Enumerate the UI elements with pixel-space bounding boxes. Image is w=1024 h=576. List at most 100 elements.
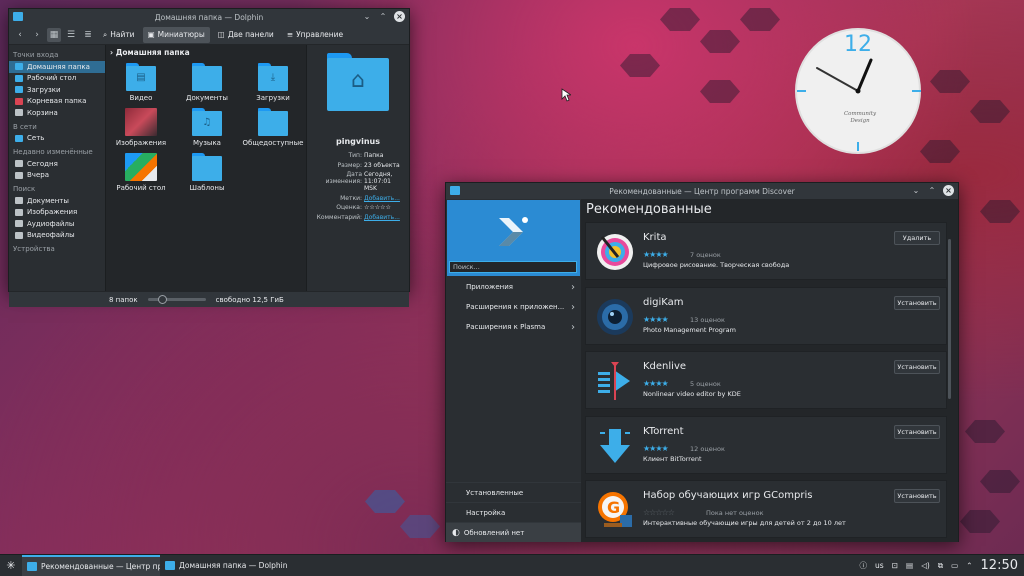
clipboard-icon[interactable]: ▤ <box>906 561 913 570</box>
info-rating-stars[interactable]: ☆☆☆☆☆ <box>364 204 405 211</box>
home-folder-icon: ⌂ <box>327 53 389 111</box>
minimize-button[interactable]: ⌄ <box>362 12 372 22</box>
thumbnails-button[interactable]: ▣ Миниатюры <box>142 26 210 43</box>
app-name: Krita <box>643 232 667 243</box>
compact-view-icon[interactable]: ☰ <box>64 28 78 42</box>
breadcrumb[interactable]: › Домашняя папка <box>106 45 306 59</box>
dolphin-window[interactable]: Домашняя папка — Dolphin ⌄ ⌃ × ‹ › ▦ ☰ ≣… <box>8 8 410 307</box>
application-launcher-icon[interactable]: ✳ <box>0 555 22 576</box>
details-view-icon[interactable]: ≣ <box>81 28 95 42</box>
info-tags-label: Метки: <box>340 194 362 202</box>
recent-header: Недавно изменённые <box>13 148 93 156</box>
info-comment-link[interactable]: Добавить... <box>364 214 405 221</box>
calendar-icon <box>15 171 23 179</box>
app-card-ktorrent[interactable]: KTorrent ★★★★ 12 оценок Клиент BitTorren… <box>585 415 947 474</box>
installed-button[interactable]: Установленные <box>446 482 581 502</box>
volume-icon[interactable]: ◁) <box>921 561 930 570</box>
discover-titlebar[interactable]: Рекомендованные — Центр программ Discove… <box>446 183 958 199</box>
digital-clock[interactable]: 12:50 <box>981 558 1018 573</box>
sidebar-item-today[interactable]: Сегодня <box>9 158 105 170</box>
app-description: Nonlinear video editor by KDE <box>643 390 741 398</box>
sidebar-item-root[interactable]: Корневая папка <box>9 96 105 108</box>
file-item-templates[interactable]: Шаблоны <box>174 153 240 192</box>
app-name: KTorrent <box>643 425 684 437</box>
zoom-slider-handle[interactable] <box>157 295 167 304</box>
back-icon[interactable]: ‹ <box>13 28 27 42</box>
tray-expand-icon[interactable]: ⌃ <box>966 561 972 570</box>
status-bar: 8 папок свободно 12,5 ГиБ <box>9 291 409 307</box>
zoom-slider[interactable] <box>147 295 206 304</box>
maximize-button[interactable]: ⌃ <box>927 186 937 196</box>
remove-button[interactable]: Удалить <box>894 231 940 245</box>
file-item-public[interactable]: Общедоступные <box>240 108 306 147</box>
lock-icon[interactable]: ⊡ <box>892 561 898 570</box>
category-applications[interactable]: Приложения › <box>446 277 581 297</box>
keyboard-layout[interactable]: us <box>875 561 884 570</box>
sidebar-item-video[interactable]: Видеофайлы <box>9 230 105 242</box>
app-card-krita[interactable]: Krita ★★★★ 7 оценок Цифровое рисование. … <box>585 222 947 280</box>
document-icon <box>15 197 23 205</box>
analog-clock-widget[interactable]: 12 Community Design <box>795 28 921 154</box>
close-button[interactable]: × <box>394 11 405 22</box>
settings-button[interactable]: Настройка <box>446 502 581 522</box>
category-plasma-addons[interactable]: Расширения к Plasma › <box>446 317 581 337</box>
maximize-button[interactable]: ⌃ <box>378 12 388 22</box>
app-card-digikam[interactable]: digiKam ★★★★ 13 оценок Photo Management … <box>585 286 947 345</box>
find-button[interactable]: ⌕ Найти <box>98 27 140 43</box>
app-card-gcompris[interactable]: G Набор обучающих игр GCompris ☆☆☆☆☆ Пок… <box>585 480 947 538</box>
file-item-music[interactable]: ♫ Музыка <box>174 108 240 147</box>
updates-button[interactable]: ◐ Обновлений нет <box>446 522 581 542</box>
svg-text:G: G <box>607 498 620 517</box>
split-button[interactable]: ◫ Две панели <box>213 27 279 43</box>
sidebar-item-network[interactable]: Сеть <box>9 133 105 145</box>
sidebar-item-documents[interactable]: Документы <box>9 195 105 207</box>
app-card-kdenlive[interactable]: Kdenlive ★★★★ 5 оценок Nonlinear video e… <box>585 351 947 409</box>
icons-view-icon[interactable]: ▦ <box>47 27 61 42</box>
control-menu-button[interactable]: ≡ Управление <box>282 27 348 43</box>
dolphin-titlebar[interactable]: Домашняя папка — Dolphin ⌄ ⌃ × <box>9 9 409 25</box>
install-button[interactable]: Установить <box>894 489 940 503</box>
app-rating-count: 7 оценок <box>690 251 721 259</box>
app-rating-count: 5 оценок <box>690 380 721 388</box>
sidebar-item-trash[interactable]: Корзина <box>9 107 105 119</box>
forward-icon[interactable]: › <box>30 28 44 42</box>
info-size: 23 объекта <box>364 161 400 169</box>
discover-main[interactable]: Рекомендованные Krita ★★★★ 7 оценок Цифр… <box>581 199 958 542</box>
sidebar-item-downloads[interactable]: Загрузки <box>9 84 105 96</box>
system-tray: ⓘ us ⊡ ▤ ◁) ⧉ ▭ ⌃ 12:50 <box>860 558 1024 573</box>
network-icon <box>15 134 23 142</box>
category-app-addons[interactable]: Расширения к приложен... › <box>446 297 581 317</box>
task-discover[interactable]: Рекомендованные — Центр прог... <box>22 554 160 576</box>
install-button[interactable]: Установить <box>894 295 940 310</box>
search-input[interactable]: Поиск... <box>449 261 577 273</box>
file-item-desktop[interactable]: Рабочий стол <box>108 153 174 192</box>
file-item-pictures[interactable]: Изображения <box>108 108 174 147</box>
file-item-downloads[interactable]: ⤓ Загрузки <box>240 63 306 102</box>
notifications-icon[interactable]: ⓘ <box>860 560 868 571</box>
sidebar-item-desktop[interactable]: Рабочий стол <box>9 73 105 85</box>
network-icon[interactable]: ⧉ <box>938 561 943 571</box>
install-button[interactable]: Установить <box>894 424 940 439</box>
sidebar-item-images[interactable]: Изображения <box>9 207 105 219</box>
update-status-icon: ◐ <box>452 527 460 538</box>
page-title: Рекомендованные <box>586 202 712 217</box>
info-rating-label: Оценка: <box>336 204 362 211</box>
install-button[interactable]: Установить <box>894 360 940 374</box>
scrollbar[interactable] <box>948 239 951 399</box>
minimize-button[interactable]: ⌄ <box>911 186 921 196</box>
sidebar-item-audio[interactable]: Аудиофайлы <box>9 218 105 230</box>
discover-app-icon[interactable] <box>450 186 460 195</box>
file-view[interactable]: › Домашняя папка ▤ Видео Документы ⤓ Загру… <box>105 45 307 291</box>
file-item-videos[interactable]: ▤ Видео <box>108 63 174 102</box>
folder-documents-icon <box>192 63 222 91</box>
info-tags-link[interactable]: Добавить... <box>364 195 405 202</box>
discover-window[interactable]: Рекомендованные — Центр программ Discove… <box>445 182 959 542</box>
sidebar-item-yesterday[interactable]: Вчера <box>9 170 105 182</box>
clock-hands <box>816 58 873 94</box>
dolphin-app-icon[interactable] <box>13 12 23 21</box>
sidebar-item-home[interactable]: Домашняя папка <box>9 61 105 73</box>
task-dolphin[interactable]: Домашняя папка — Dolphin <box>160 555 298 576</box>
close-button[interactable]: × <box>943 185 954 196</box>
battery-icon[interactable]: ▭ <box>951 561 958 570</box>
file-item-documents[interactable]: Документы <box>174 63 240 102</box>
